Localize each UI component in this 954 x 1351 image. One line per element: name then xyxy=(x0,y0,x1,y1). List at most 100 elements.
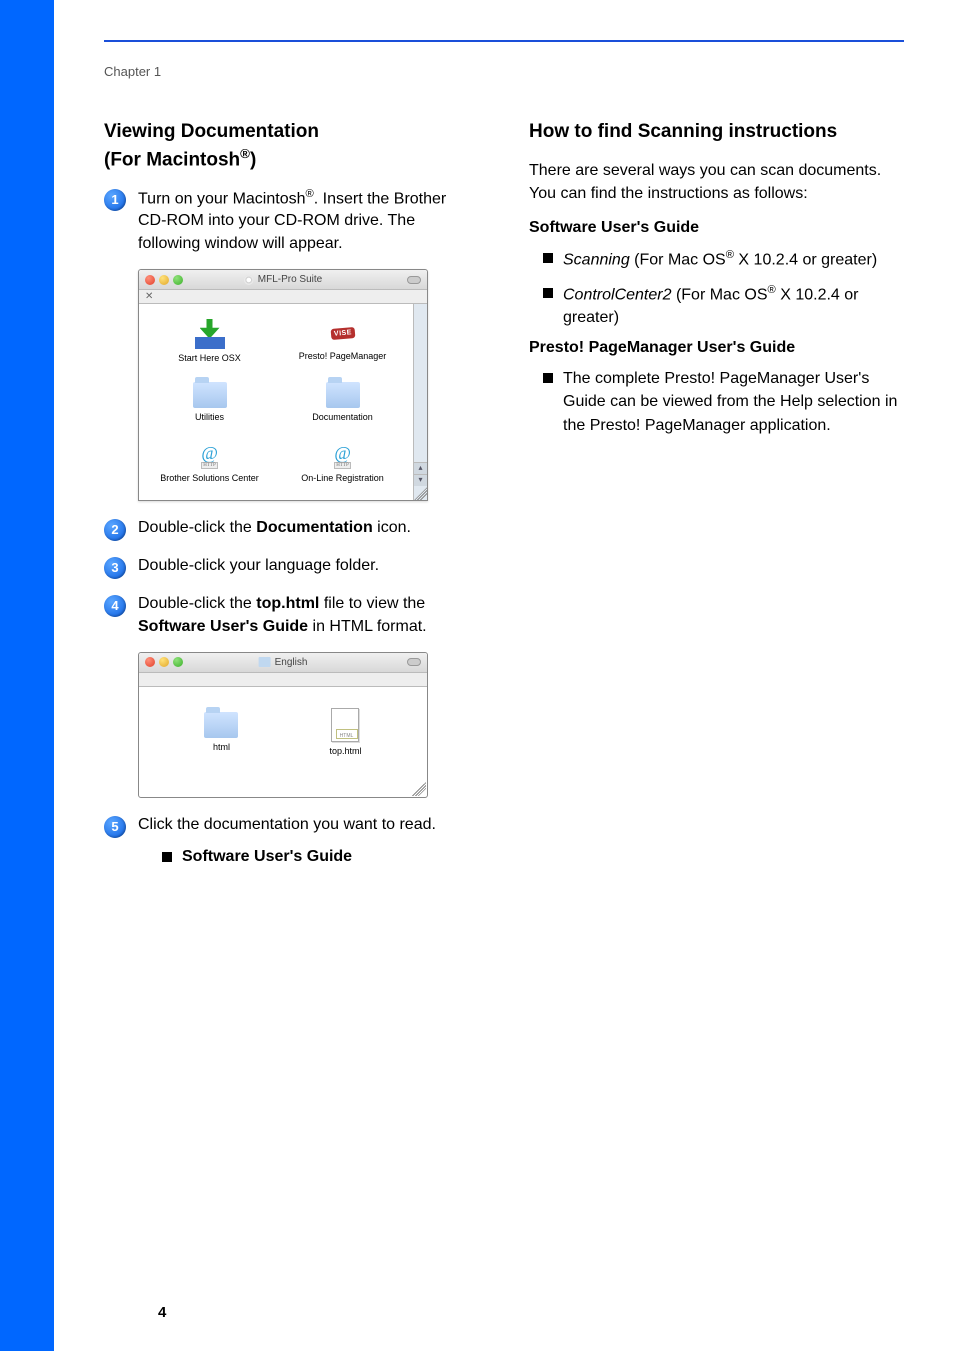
top-html-file-item: HTML top.html xyxy=(329,708,361,756)
step-number-5: 5 xyxy=(104,816,126,838)
step-3: 3 Double-click your language folder. xyxy=(104,555,479,579)
step-number-3: 3 xyxy=(104,557,126,579)
zoom-icon xyxy=(173,275,183,285)
folder-icon xyxy=(193,382,227,408)
online-registration-label: On-Line Registration xyxy=(301,473,384,483)
disc-icon xyxy=(244,275,254,285)
square-bullet-icon xyxy=(162,852,172,862)
minimize-icon xyxy=(159,657,169,667)
start-here-osx-item: Start Here OSX xyxy=(143,310,276,371)
reg-mark: ® xyxy=(240,146,250,161)
right-bullet-presto: The complete Presto! PageManager User's … xyxy=(543,367,904,437)
vise-icon: VISE xyxy=(328,321,358,347)
close-icon xyxy=(145,275,155,285)
toolbar-pill-icon xyxy=(407,276,421,284)
subhead-presto-guide: Presto! PageManager User's Guide xyxy=(529,339,904,357)
left-heading-line2-pre: (For Macintosh xyxy=(104,149,240,170)
step-number-1: 1 xyxy=(104,189,126,211)
step-2: 2 Double-click the Documentation icon. xyxy=(104,517,479,541)
left-column: Viewing Documentation (For Macintosh®) 1… xyxy=(104,119,479,883)
presto-text: The complete Presto! PageManager User's … xyxy=(563,367,904,437)
online-registration-item: @ HTTP On-Line Registration xyxy=(276,433,409,494)
step-4: 4 Double-click the top.html file to view… xyxy=(104,593,479,638)
zoom-icon xyxy=(173,657,183,667)
brother-solutions-center-label: Brother Solutions Center xyxy=(160,473,259,483)
html-folder-item: html xyxy=(204,712,238,752)
step3-text: Double-click your language folder. xyxy=(138,555,479,579)
brother-solutions-center-item: @ HTTP Brother Solutions Center xyxy=(143,433,276,494)
square-bullet-icon xyxy=(543,288,553,298)
scanning-italic: Scanning xyxy=(563,251,630,268)
http-label: HTTP xyxy=(201,462,218,469)
step4-pre: Double-click the xyxy=(138,595,256,612)
presto-pagemanager-item: VISE Presto! PageManager xyxy=(276,310,409,371)
documentation-item: Documentation xyxy=(276,371,409,432)
top-html-file-label: top.html xyxy=(329,746,361,756)
left-heading-line1: Viewing Documentation xyxy=(104,121,319,142)
resize-handle-icon xyxy=(412,782,426,796)
controlcenter-rest-pre: (For Mac OS xyxy=(672,286,768,303)
http-icon: @ HTTP xyxy=(334,444,351,469)
subhead-software-guide: Software User's Guide xyxy=(529,219,904,237)
reg-mark: ® xyxy=(305,188,313,200)
documentation-label: Documentation xyxy=(312,412,373,422)
folder-icon xyxy=(204,712,238,738)
reg-mark: ® xyxy=(768,284,776,296)
right-column: How to find Scanning instructions There … xyxy=(529,119,904,883)
scanning-rest-pre: (For Mac OS xyxy=(630,251,726,268)
http-icon: @ HTTP xyxy=(201,444,218,469)
step2-pre: Double-click the xyxy=(138,519,256,536)
chapter-label: Chapter 1 xyxy=(104,64,904,79)
step5-sublist: Software User's Guide xyxy=(162,846,479,868)
right-intro: There are several ways you can scan docu… xyxy=(529,159,904,205)
window-titlebar: English xyxy=(139,653,427,673)
step1-pre: Turn on your Macintosh xyxy=(138,190,305,207)
figure-mfl-pro-suite-window: MFL-Pro Suite ✕ Start xyxy=(138,269,479,501)
right-bullet-controlcenter: ControlCenter2 (For Mac OS® X 10.2.4 or … xyxy=(543,282,904,330)
controlcenter-italic: ControlCenter2 xyxy=(563,286,672,303)
start-here-osx-label: Start Here OSX xyxy=(178,353,241,363)
resize-handle-icon xyxy=(414,486,428,500)
step5-text: Click the documentation you want to read… xyxy=(138,816,436,833)
scroll-down-icon: ▾ xyxy=(414,474,427,486)
html-badge: HTML xyxy=(334,733,358,739)
scroll-up-icon: ▴ xyxy=(414,462,427,474)
square-bullet-icon xyxy=(543,253,553,263)
vise-badge: VISE xyxy=(330,327,355,340)
toolbar-pill-icon xyxy=(407,658,421,666)
window-title: English xyxy=(275,657,308,668)
window-toolbar xyxy=(139,673,427,687)
step-number-4: 4 xyxy=(104,595,126,617)
step4-bold1: top.html xyxy=(256,595,319,612)
left-heading: Viewing Documentation (For Macintosh®) xyxy=(104,119,479,173)
html-file-icon: HTML xyxy=(331,708,359,742)
scanning-rest-post: X 10.2.4 or greater) xyxy=(734,251,877,268)
reg-mark: ® xyxy=(726,249,734,261)
page-content: Chapter 1 Viewing Documentation (For Mac… xyxy=(54,0,954,1351)
step4-bold2: Software User's Guide xyxy=(138,618,308,635)
step2-bold: Documentation xyxy=(256,519,372,536)
minimize-icon xyxy=(159,275,169,285)
right-heading: How to find Scanning instructions xyxy=(529,119,904,145)
window-title: MFL-Pro Suite xyxy=(258,274,322,285)
step2-post: icon. xyxy=(373,519,411,536)
page-number: 4 xyxy=(158,1304,166,1321)
folder-icon xyxy=(326,382,360,408)
square-bullet-icon xyxy=(543,373,553,383)
top-rule xyxy=(104,40,904,42)
utilities-item: Utilities xyxy=(143,371,276,432)
folder-icon xyxy=(259,657,271,667)
left-heading-line2-post: ) xyxy=(250,149,256,170)
hammer-icon: ✕ xyxy=(145,291,153,302)
step4-post: in HTML format. xyxy=(308,618,427,635)
step-number-2: 2 xyxy=(104,519,126,541)
step4-mid: file to view the xyxy=(319,595,425,612)
window-toolbar: ✕ xyxy=(139,290,427,304)
figure-english-folder-window: English html HTML xyxy=(138,652,479,798)
close-icon xyxy=(145,657,155,667)
window-titlebar: MFL-Pro Suite xyxy=(139,270,427,290)
utilities-label: Utilities xyxy=(195,412,224,422)
html-folder-label: html xyxy=(213,742,230,752)
blue-sidebar xyxy=(0,0,54,1351)
step5-sub-label: Software User's Guide xyxy=(182,846,352,868)
